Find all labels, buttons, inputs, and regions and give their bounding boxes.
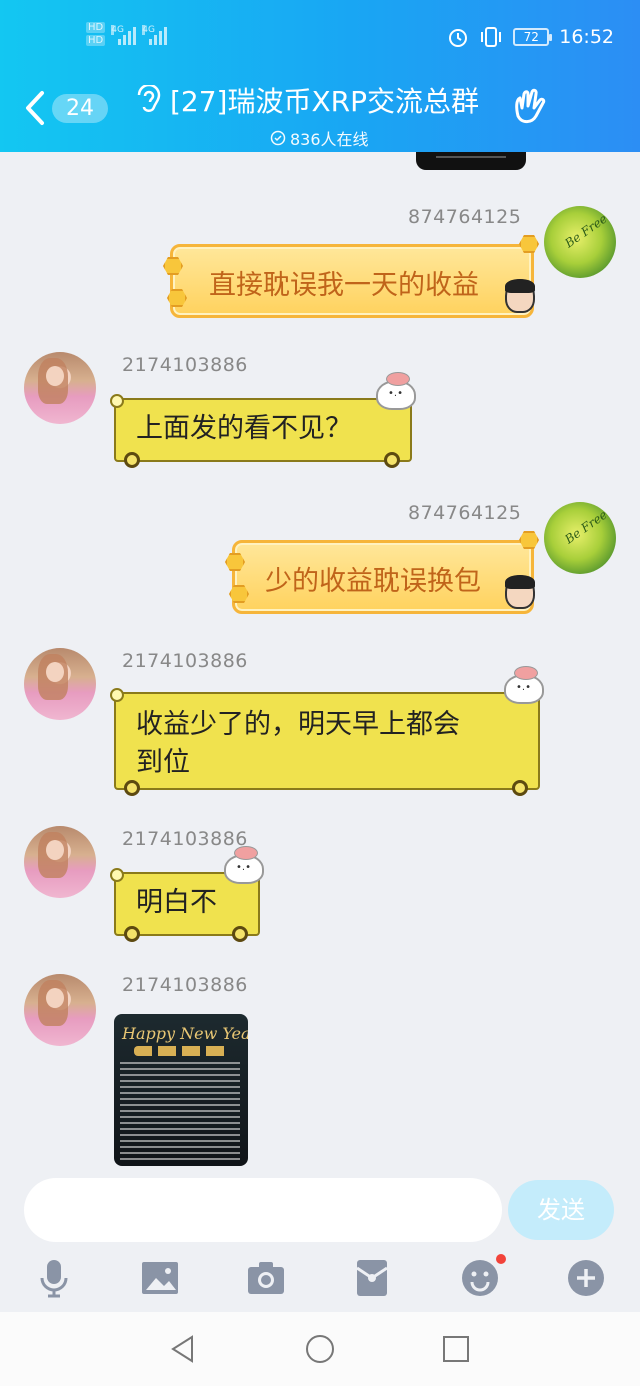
image-caption: Happy New Year — [122, 1024, 248, 1043]
bunny-sticker-icon — [224, 846, 264, 884]
honeycomb-decoration — [167, 289, 187, 307]
network-type-1: 4G — [111, 25, 124, 35]
avatar[interactable]: Be Free — [544, 206, 616, 278]
new-indicator-dot — [496, 1254, 506, 1264]
nav-back-icon[interactable] — [168, 1334, 198, 1364]
sender-id: 874764125 — [408, 206, 522, 228]
signal-icon: 4G — [111, 25, 137, 45]
online-check-icon — [270, 130, 286, 146]
honeycomb-decoration — [519, 531, 539, 549]
avatar[interactable] — [24, 826, 96, 898]
message-input[interactable] — [24, 1178, 502, 1242]
avatar[interactable] — [24, 648, 96, 720]
honeycomb-decoration — [225, 553, 245, 571]
message-text: 上面发的看不见？ — [136, 413, 352, 444]
nav-recents-icon[interactable] — [441, 1334, 471, 1364]
mic-icon[interactable] — [34, 1258, 74, 1298]
ear-icon — [137, 85, 161, 112]
chat-header: HD HD 4G 4G 72 16:52 24 [27]瑞波币XRP交流总群 8… — [0, 0, 640, 152]
camera-icon[interactable] — [246, 1258, 286, 1298]
signal-icon-2: 4G — [142, 25, 168, 45]
avatar[interactable] — [24, 352, 96, 424]
back-button[interactable]: 24 — [22, 86, 122, 130]
send-button[interactable]: 发送 — [508, 1180, 614, 1240]
avatar-leaf-text: Be Free — [562, 211, 610, 251]
message-bubble[interactable]: 少的收益耽误换包 — [225, 531, 539, 614]
message-bubble[interactable]: 收益少了的，明天早上都会 到位 — [110, 666, 544, 796]
message-bubble[interactable]: 明白不 — [110, 846, 264, 942]
toolbar — [0, 1248, 640, 1308]
sticker-face-icon — [505, 575, 535, 609]
avatar[interactable] — [24, 974, 96, 1046]
emoji-icon[interactable] — [460, 1254, 506, 1298]
online-count: 836人在线 — [290, 130, 369, 149]
honeycomb-decoration — [163, 257, 183, 275]
input-bar: 发送 — [0, 1168, 640, 1312]
honeycomb-decoration — [519, 235, 539, 253]
hd-indicator: HD HD — [86, 22, 106, 48]
sender-id: 874764125 — [408, 502, 522, 524]
chevron-left-icon — [26, 91, 44, 125]
unread-badge: 24 — [52, 93, 108, 123]
previous-image-message[interactable] — [416, 152, 526, 170]
red-packet-icon[interactable] — [352, 1258, 392, 1298]
system-navigation-bar — [0, 1312, 640, 1386]
message-bubble[interactable]: 上面发的看不见？ — [110, 372, 416, 468]
clock: 16:52 — [559, 26, 614, 48]
message-text: 收益少了的，明天早上都会 到位 — [136, 709, 460, 778]
honeycomb-decoration — [229, 585, 249, 603]
status-bar: HD HD 4G 4G 72 16:52 — [0, 22, 640, 62]
bunny-sticker-icon — [504, 666, 544, 704]
image-message[interactable]: Happy New Year — [114, 1014, 248, 1166]
message-text: 明白不 — [136, 887, 217, 918]
sticker-face-icon — [505, 279, 535, 313]
image-icon[interactable] — [140, 1258, 180, 1298]
title-block[interactable]: [27]瑞波币XRP交流总群 836人在线 — [136, 80, 506, 150]
page-title: [27]瑞波币XRP交流总群 — [170, 85, 479, 118]
sender-id: 2174103886 — [122, 828, 248, 850]
message-list[interactable]: Be Free 874764125 直接耽误我一天的收益 2174103886 … — [0, 152, 640, 1168]
bunny-sticker-icon — [376, 372, 416, 410]
alarm-icon — [449, 29, 468, 47]
sender-id: 2174103886 — [122, 974, 248, 996]
hd-bottom: HD — [86, 35, 106, 46]
avatar[interactable]: Be Free — [544, 502, 616, 574]
message-text: 少的收益耽误换包 — [265, 566, 481, 597]
sender-id: 2174103886 — [122, 354, 248, 376]
nav-home-icon[interactable] — [305, 1334, 335, 1364]
sender-id: 2174103886 — [122, 650, 248, 672]
hd-top: HD — [86, 22, 106, 33]
vibrate-icon — [481, 27, 502, 47]
plus-icon[interactable] — [566, 1258, 606, 1298]
message-text: 直接耽误我一天的收益 — [209, 270, 479, 301]
avatar-leaf-text: Be Free — [562, 507, 610, 547]
battery-indicator: 72 — [513, 28, 553, 46]
network-type-2: 4G — [142, 25, 155, 35]
group-menu-icon[interactable] — [510, 86, 548, 126]
message-bubble[interactable]: 直接耽误我一天的收益 — [163, 235, 539, 318]
